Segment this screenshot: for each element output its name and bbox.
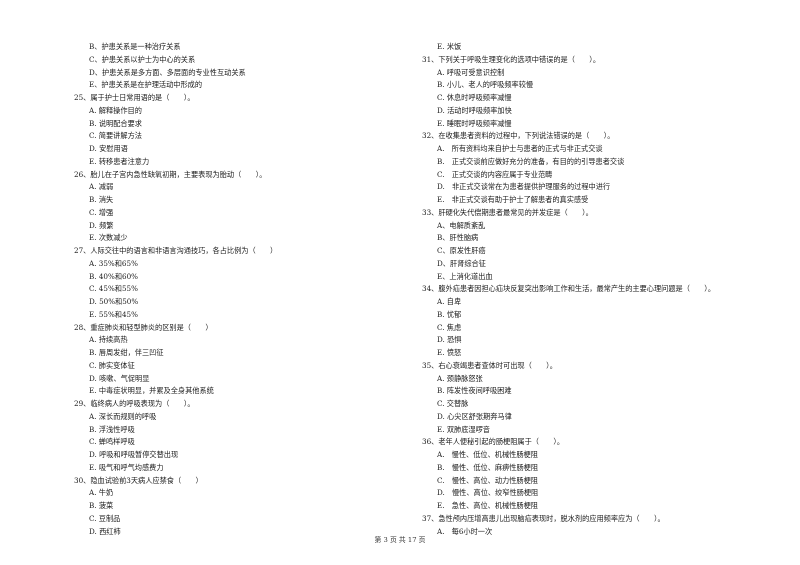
question-stem: 37、急性颅内压增高患儿出现脑疝表现时，脱水剂的应用频率应为（ ）。 <box>422 513 665 523</box>
answer-option: C. 45%和55% <box>89 284 138 294</box>
answer-option: E. 次数减少 <box>89 233 128 243</box>
answer-option: A. 深长而规则的呼吸 <box>89 411 157 421</box>
answer-option: B. 慢性、低位、麻痹性肠梗阻 <box>437 462 539 472</box>
answer-option: E. 非正式交谈有助于护士了解患者的真实感受 <box>437 195 589 204</box>
answer-option: C、原发性肝癌 <box>437 246 486 255</box>
answer-option: A. 35%和65% <box>89 258 138 268</box>
answer-option: E. 双肺底湿啰音 <box>437 424 490 434</box>
answer-option: C. 豆制品 <box>89 513 121 523</box>
answer-option: D、肝肾综合征 <box>437 258 486 268</box>
answer-option: A. 呼吸可受意识控制 <box>437 67 505 77</box>
answer-option: D. 非正式交谈常在为患者提供护理服务的过程中进行 <box>437 182 611 192</box>
question-stem: 25、属于护士日常用语的是（ ）。 <box>74 93 195 102</box>
answer-option: C、护患关系以护士为中心的关系 <box>89 54 196 64</box>
answer-option: B、护患关系是一种治疗关系 <box>89 42 181 51</box>
answer-option: E. 睡眠时呼吸频率减慢 <box>437 118 512 128</box>
answer-option: E. 吸气和呼气均感费力 <box>89 462 164 472</box>
answer-option: D. 呼吸和呼吸暂停交替出现 <box>89 450 179 459</box>
answer-option: B. 菠菜 <box>89 501 114 510</box>
answer-option: E. 急性、高位、机械性肠梗阻 <box>437 501 538 510</box>
answer-option: D. 50%和50% <box>89 297 139 306</box>
answer-option: B、肝性脑病 <box>437 233 479 243</box>
answer-option: C. 慢性、高位、动力性肠梗阻 <box>437 475 538 485</box>
question-stem: 27、人际交往中的语言和非语言沟通技巧，各占比例为（ ） <box>74 246 278 255</box>
answer-option: B. 浮浅性呼吸 <box>89 424 135 434</box>
right-column: E. 米饭 31、下列关于呼吸生理变化的选项中错误的是（ ）。 A. 呼吸可受意识控… <box>422 41 762 538</box>
answer-option: E、护患关系是在护理活动中形成的 <box>89 80 203 90</box>
answer-option: D. 慢性、高位、绞窄性肠梗阻 <box>437 488 539 498</box>
question-stem: 33、肝硬化失代偿期患者最常见的并发症是（ ）。 <box>422 207 593 217</box>
answer-option: B. 唇周发绀，伴三凹征 <box>89 348 164 357</box>
answer-option: E. 中毒症状明显，并累及全身其他系统 <box>89 386 214 396</box>
question-stem: 31、下列关于呼吸生理变化的选项中错误的是（ ）。 <box>422 54 601 64</box>
answer-option: D. 恐惧 <box>437 335 462 345</box>
answer-option: E、上消化道出血 <box>437 271 493 281</box>
question-stem: 26、胎儿在子宫内急性缺氧初期，主要表现为胎动（ ）。 <box>74 169 267 179</box>
answer-option: B. 说明配合要求 <box>89 118 142 128</box>
answer-option: B. 阵发性夜间呼吸困难 <box>437 386 512 396</box>
answer-option: A、电解质紊乱 <box>437 220 486 230</box>
answer-option: B. 小儿、老人的呼吸频率较慢 <box>437 80 534 90</box>
answer-option: E. 55%和45% <box>89 309 138 319</box>
answer-option: B. 忧郁 <box>437 309 462 319</box>
answer-option: A. 解释操作目的 <box>89 105 142 115</box>
answer-option: E. 愤怒 <box>437 348 462 357</box>
answer-option: D. 频繁 <box>89 220 114 230</box>
answer-option: D. 咳嗽、气促明显 <box>89 373 150 383</box>
answer-option: A. 颈静脉怒张 <box>437 373 483 383</box>
answer-option: C. 休息时呼吸频率减慢 <box>437 93 512 102</box>
answer-option: A. 所有资料均来自护士与患者的正式与非正式交谈 <box>437 144 603 153</box>
answer-option: A. 自卑 <box>437 297 462 306</box>
answer-option: C. 蝉鸣样呼吸 <box>89 437 135 447</box>
answer-option: A. 慢性、低位、机械性肠梗阻 <box>437 450 538 459</box>
answer-option: B. 40%和60% <box>89 271 138 281</box>
answer-option: C. 正式交谈的内容应属于专业范畴 <box>437 169 553 179</box>
question-stem: 28、重症肺炎和轻型肺炎的区别是（ ） <box>74 322 213 332</box>
answer-option: C. 交替脉 <box>437 399 469 408</box>
question-stem: 35、右心衰竭患者查体时可出现（ ）。 <box>422 360 557 370</box>
page-number-footer: 第 3 页 共 17 页 <box>374 536 426 544</box>
answer-option: C. 增强 <box>89 207 114 217</box>
answer-option: B. 消失 <box>89 195 114 204</box>
answer-option: D. 安慰用语 <box>89 144 128 153</box>
question-stem: 29、临终病人的呼吸表现为（ ）。 <box>74 399 195 408</box>
answer-option: C. 焦虑 <box>437 322 462 332</box>
question-stem: 36、老年人便秘引起的肠梗阻属于（ ）。 <box>422 437 565 447</box>
answer-option: D. 心尖区舒张期奔马律 <box>437 411 512 421</box>
answer-option: A. 减弱 <box>89 182 114 192</box>
answer-option: D. 活动时呼吸频率加快 <box>437 105 512 115</box>
question-stem: 32、在收集患者资料的过程中，下列说法错误的是（ ）。 <box>422 131 615 141</box>
left-column: B、护患关系是一种治疗关系 C、护患关系以护士为中心的关系 D、护患关系是多方面、多… <box>74 41 374 538</box>
question-stem: 34、腹外疝患者因担心疝块反复突出影响工作和生活，最常产生的主要心理问题是（ ）… <box>422 284 716 294</box>
question-stem: 30、隐血试验前3天病人应禁食（ ） <box>74 475 203 485</box>
answer-option: E. 米饭 <box>437 42 462 51</box>
answer-option: A. 持续高热 <box>89 335 128 345</box>
answer-option: B. 正式交谈前应做好充分的准备，有目的的引导患者交谈 <box>437 156 625 166</box>
answer-option: D、护患关系是多方面、多层面的专业性互动关系 <box>89 67 246 77</box>
answer-option: C. 肺实变体征 <box>89 360 135 370</box>
answer-option: E. 转移患者注意力 <box>89 156 150 166</box>
answer-option: A. 牛奶 <box>89 488 114 498</box>
answer-option: C. 简要讲解方法 <box>89 131 142 141</box>
